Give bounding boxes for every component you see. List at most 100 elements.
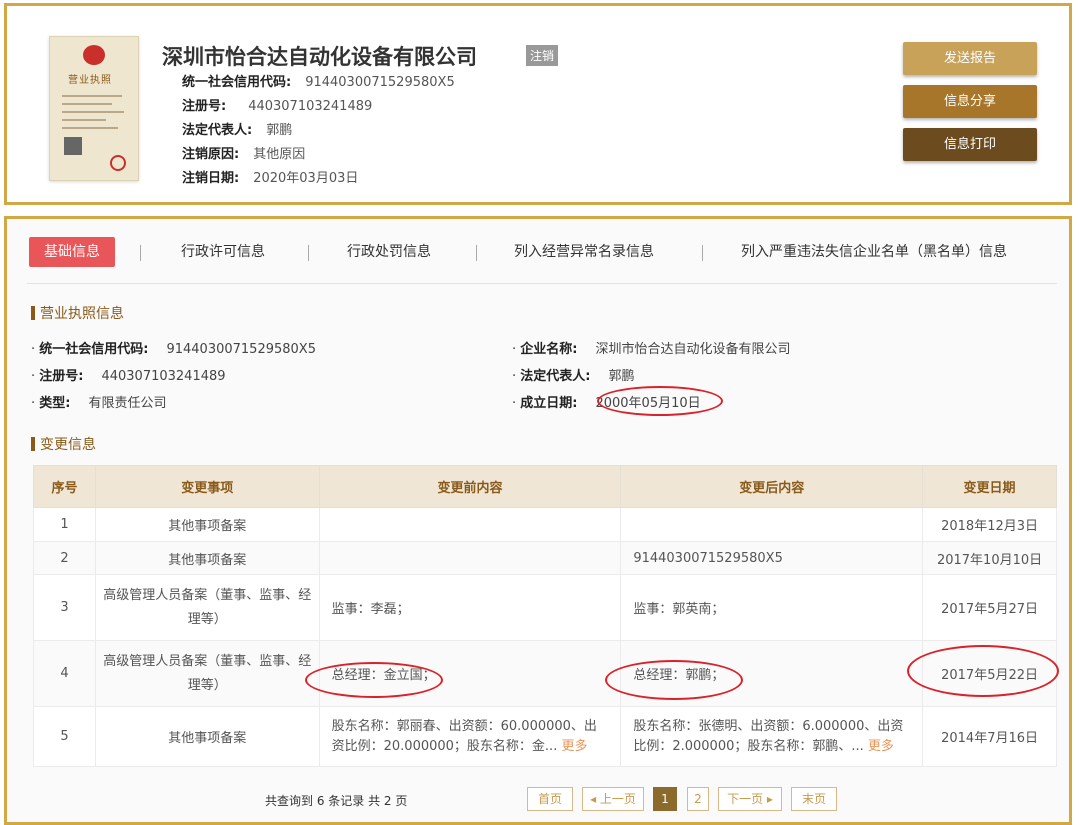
share-button[interactable]: 信息分享 [903, 85, 1037, 118]
license-text-line [62, 119, 106, 121]
change-section-title: 变更信息 [31, 434, 96, 454]
reg-no-value: 440307103241489 [248, 99, 373, 114]
national-emblem-icon [83, 45, 105, 65]
reg-no-row: 注册号: 440307103241489 [182, 95, 372, 114]
cell-item: 高级管理人员备案（董事、监事、经理等） [94, 574, 320, 641]
col-header-item: 变更事项 [94, 465, 320, 508]
cell-date: 2014年7月16日 [922, 706, 1057, 767]
cell-before: 股东名称：郭丽春、出资额：60.000000、出资比例：20.000000；股东… [318, 706, 622, 767]
field-label: 注册号: [39, 369, 84, 384]
company-name: 深圳市怡合达自动化设备有限公司 [162, 45, 477, 69]
tab-separator [476, 245, 477, 261]
legal-rep-value: 郭鹏 [266, 123, 293, 138]
legal-rep-label: 法定代表人: [182, 123, 253, 138]
license-text-line [62, 127, 118, 129]
highlight-ellipse [597, 386, 723, 416]
more-link[interactable]: 更多 [561, 739, 587, 754]
cancel-date-row: 注销日期: 2020年03月03日 [182, 167, 358, 186]
cell-date: 2017年5月27日 [922, 574, 1057, 641]
table-row: 1 其他事项备案 2018年12月3日 [33, 507, 1057, 542]
table-row: 4 高级管理人员备案（董事、监事、经理等） 总经理：金立国； 总经理：郭鹏； 2… [33, 640, 1057, 707]
credit-code-label: 统一社会信用代码: [182, 75, 292, 90]
cell-after [620, 507, 924, 542]
license-section-title: 营业执照信息 [31, 303, 124, 323]
cell-after: 9144030071529580X5 [620, 541, 924, 575]
field-reg-no: · 注册号: 440307103241489 [31, 369, 226, 384]
cell-before [318, 507, 622, 542]
license-text-line [62, 95, 122, 97]
business-license-image[interactable]: 营业执照 [49, 36, 139, 181]
col-header-before: 变更前内容 [318, 465, 622, 508]
license-text-line [62, 103, 112, 105]
cancel-date-label: 注销日期: [182, 171, 240, 186]
field-value: 9144030071529580X5 [166, 342, 316, 357]
main-panel: 基础信息 行政许可信息 行政处罚信息 列入经营异常名录信息 列入严重违法失信企业… [4, 216, 1072, 825]
change-table: 序号 变更事项 变更前内容 变更后内容 变更日期 1 其他事项备案 2018年1… [33, 465, 1057, 767]
cell-item: 其他事项备案 [94, 706, 320, 767]
table-row: 3 高级管理人员备案（董事、监事、经理等） 监事：李磊； 监事：郭英南； 201… [33, 574, 1057, 641]
cell-date: 2017年10月10日 [922, 541, 1057, 575]
more-link[interactable]: 更多 [868, 739, 894, 754]
tab-divider [27, 283, 1057, 284]
field-type: · 类型: 有限责任公司 [31, 396, 167, 411]
tab-abnormal-list[interactable]: 列入经营异常名录信息 [514, 237, 654, 267]
tab-basic-info[interactable]: 基础信息 [29, 237, 115, 267]
send-report-button[interactable]: 发送报告 [903, 42, 1037, 75]
cancel-reason-row: 注销原因: 其他原因 [182, 143, 305, 162]
cell-date: 2018年12月3日 [922, 507, 1057, 542]
field-label: 企业名称: [520, 342, 578, 357]
cell-before-text: 股东名称：郭丽春、出资额：60.000000、出资比例：20.000000；股东… [331, 718, 597, 754]
tab-bar: 基础信息 行政许可信息 行政处罚信息 列入经营异常名录信息 列入严重违法失信企业… [27, 237, 1057, 273]
cancel-reason-label: 注销原因: [182, 147, 240, 162]
cell-item: 其他事项备案 [94, 541, 320, 575]
cell-no: 4 [33, 640, 96, 707]
tab-admin-penalty[interactable]: 行政处罚信息 [347, 237, 431, 267]
highlight-ellipse [605, 660, 743, 700]
next-page-button[interactable]: 下一页 ▸ [718, 787, 782, 811]
pagination: 共查询到 6 条记录 共 2 页 首页 ◂ 上一页 1 2 下一页 ▸ 末页 [7, 787, 1075, 817]
field-value: 440307103241489 [101, 369, 226, 384]
cell-no: 1 [33, 507, 96, 542]
field-label: 法定代表人: [520, 369, 591, 384]
cancel-reason-value: 其他原因 [253, 147, 306, 162]
highlight-ellipse [305, 662, 443, 698]
table-row: 2 其他事项备案 9144030071529580X5 2017年10月10日 [33, 541, 1057, 575]
tab-blacklist[interactable]: 列入严重违法失信企业名单（黑名单）信息 [741, 237, 1007, 267]
seal-icon [110, 155, 126, 171]
col-header-date: 变更日期 [922, 465, 1057, 508]
license-text-line [62, 111, 124, 113]
print-button[interactable]: 信息打印 [903, 128, 1037, 161]
col-header-after: 变更后内容 [620, 465, 924, 508]
page-1-button[interactable]: 1 [653, 787, 677, 811]
license-image-title: 营业执照 [68, 75, 112, 86]
first-page-button[interactable]: 首页 [527, 787, 573, 811]
legal-rep-row: 法定代表人: 郭鹏 [182, 119, 292, 138]
company-header-card: 营业执照 深圳市怡合达自动化设备有限公司 注销 统一社会信用代码: 9144030… [4, 3, 1072, 205]
field-value: 深圳市怡合达自动化设备有限公司 [595, 342, 791, 357]
cell-after-text: 股东名称：张德明、出资额：6.000000、出资比例：2.000000；股东名称… [633, 718, 904, 754]
field-credit-code: · 统一社会信用代码: 9144030071529580X5 [31, 342, 316, 357]
field-value: 郭鹏 [608, 369, 635, 384]
credit-code-value: 9144030071529580X5 [305, 75, 455, 90]
tab-separator [308, 245, 309, 261]
cell-item: 高级管理人员备案（董事、监事、经理等） [94, 640, 320, 707]
cell-after: 股东名称：张德明、出资额：6.000000、出资比例：2.000000；股东名称… [620, 706, 924, 767]
field-legal-rep: · 法定代表人: 郭鹏 [512, 369, 635, 384]
last-page-button[interactable]: 末页 [791, 787, 837, 811]
prev-page-button[interactable]: ◂ 上一页 [582, 787, 644, 811]
table-row: 5 其他事项备案 股东名称：郭丽春、出资额：60.000000、出资比例：20.… [33, 706, 1057, 767]
page-2-button[interactable]: 2 [687, 787, 709, 811]
highlight-ellipse [907, 645, 1059, 697]
col-header-no: 序号 [33, 465, 96, 508]
cell-no: 2 [33, 541, 96, 575]
reg-no-label: 注册号: [182, 99, 227, 114]
tab-separator [702, 245, 703, 261]
record-count: 共查询到 6 条记录 共 2 页 [265, 794, 408, 808]
cell-no: 3 [33, 574, 96, 641]
tab-separator [140, 245, 141, 261]
field-value: 有限责任公司 [88, 396, 167, 411]
cell-before: 监事：李磊； [318, 574, 622, 641]
tab-admin-license[interactable]: 行政许可信息 [181, 237, 265, 267]
credit-code-row: 统一社会信用代码: 9144030071529580X5 [182, 71, 455, 90]
table-header-row: 序号 变更事项 变更前内容 变更后内容 变更日期 [33, 465, 1057, 508]
